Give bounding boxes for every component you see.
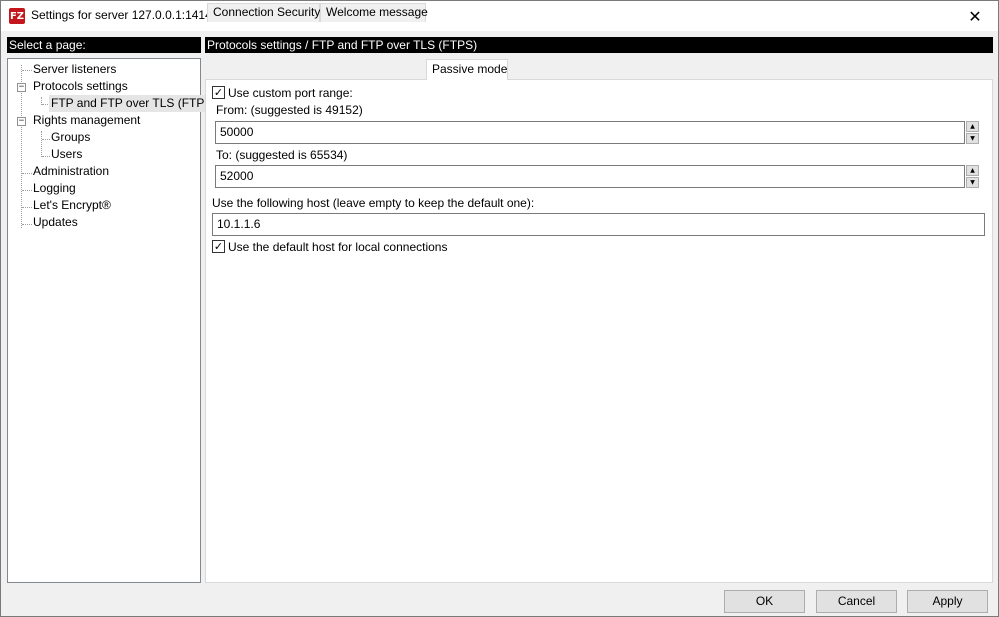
default-host-local-checkbox[interactable]: ✓ [212,240,225,253]
settings-dialog: FZ Settings for server 127.0.0.1:14148 ✕… [0,0,999,617]
use-custom-port-range-label: Use custom port range: [228,85,353,100]
tree-item-users[interactable]: Users [49,146,84,163]
apply-button[interactable]: Apply [907,590,988,613]
tree-item-administration[interactable]: Administration [31,163,111,180]
tree-item-server-listeners[interactable]: Server listeners [31,61,118,78]
tree-line [41,131,42,157]
collapse-icon[interactable]: − [17,117,26,126]
host-label: Use the following host (leave empty to k… [212,196,535,210]
page-title-header: Protocols settings / FTP and FTP over TL… [205,37,993,53]
to-port-decrement-button[interactable]: ▼ [966,177,979,188]
from-port-spinner: ▲ ▼ [966,121,979,144]
use-custom-port-range-checkbox[interactable]: ✓ [212,86,225,99]
tab-passive-mode[interactable]: Passive mode [426,59,508,80]
page-list-header: Select a page: [7,37,201,53]
from-port-label: From: (suggested is 49152) [216,103,363,117]
window-title: Settings for server 127.0.0.1:14148 [31,8,219,22]
tree-item-logging[interactable]: Logging [31,180,78,197]
tab-welcome-message[interactable]: Welcome message [320,3,428,22]
ok-button[interactable]: OK [724,590,805,613]
collapse-icon[interactable]: − [17,83,26,92]
tree-item-lets-encrypt[interactable]: Let's Encrypt® [31,197,113,214]
from-port-increment-button[interactable]: ▲ [966,121,979,132]
from-port-input[interactable]: 50000 [215,121,965,144]
tree-item-groups[interactable]: Groups [49,129,92,146]
cancel-button[interactable]: Cancel [816,590,897,613]
filezilla-server-icon: FZ [9,8,25,24]
default-host-local-label: Use the default host for local connectio… [228,239,448,254]
tree-item-protocols-settings[interactable]: Protocols settings [31,78,130,95]
tree-item-updates[interactable]: Updates [31,214,80,231]
settings-page-tree[interactable]: − − Server listeners Protocols settings … [7,58,219,583]
to-port-label: To: (suggested is 65534) [216,148,348,162]
tree-item-rights-management[interactable]: Rights management [31,112,142,129]
close-button[interactable]: ✕ [952,1,998,31]
to-port-input[interactable]: 52000 [215,165,965,188]
use-custom-port-range-option[interactable]: ✓ Use custom port range: [212,85,353,100]
tab-connection-security[interactable]: Connection Security [207,3,320,22]
to-port-spinner: ▲ ▼ [966,165,979,188]
title-bar: FZ Settings for server 127.0.0.1:14148 ✕ [1,1,998,31]
host-input[interactable]: 10.1.1.6 [212,213,985,236]
from-port-decrement-button[interactable]: ▼ [966,133,979,144]
tree-item-ftp-ftps[interactable]: FTP and FTP over TLS (FTPS) [49,95,219,112]
to-port-increment-button[interactable]: ▲ [966,165,979,176]
close-icon: ✕ [968,6,982,26]
default-host-local-option[interactable]: ✓ Use the default host for local connect… [212,239,447,254]
